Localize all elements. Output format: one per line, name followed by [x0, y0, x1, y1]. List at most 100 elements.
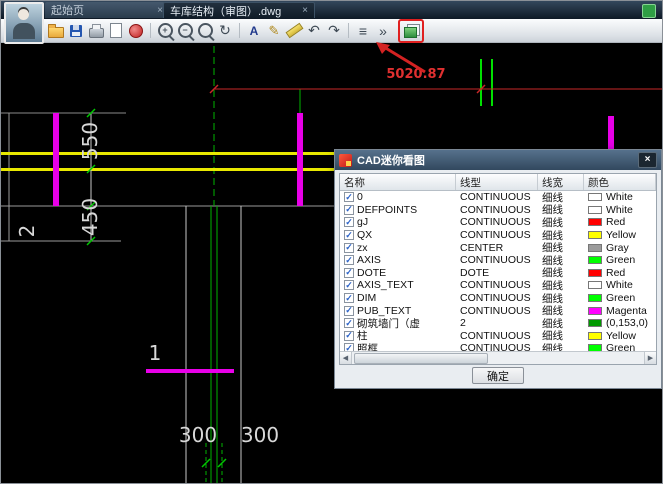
layer-checkbox[interactable]: ✓: [344, 343, 354, 351]
layer-checkbox[interactable]: ✓: [344, 280, 354, 290]
layer-checkbox[interactable]: ✓: [344, 205, 354, 215]
layer-row[interactable]: ✓ DEFPOINTS CONTINUOUS 细线 White: [340, 204, 656, 217]
layer-checkbox[interactable]: ✓: [344, 268, 354, 278]
layer-name: 照框: [357, 341, 378, 351]
layer-checkbox[interactable]: ✓: [344, 243, 354, 253]
zoom-extents-button[interactable]: [196, 22, 214, 40]
layer-name: 0: [357, 191, 363, 203]
undo-button[interactable]: ↶: [305, 22, 323, 40]
layer-linetype: CONTINUOUS: [456, 204, 538, 216]
zoom-out-icon: −: [178, 23, 193, 38]
layer-lineweight: 细线: [538, 341, 584, 351]
save-icon: [70, 25, 82, 37]
layer-name: AXIS: [357, 254, 381, 266]
layer-row[interactable]: ✓ DIM CONTINUOUS 细线 Green: [340, 292, 656, 305]
layer-color-swatch: [588, 244, 602, 252]
tab-start-page[interactable]: 起始页 ×: [45, 2, 169, 18]
dialog-close-button[interactable]: ×: [638, 152, 657, 168]
column-header-lineweight[interactable]: 线宽: [538, 174, 584, 190]
column-header-color[interactable]: 颜色: [584, 174, 656, 190]
check-icon: ✓: [345, 243, 353, 252]
layer-color-swatch: [588, 193, 602, 201]
ok-button[interactable]: 确定: [472, 367, 524, 384]
layer-row[interactable]: ✓ gJ CONTINUOUS 细线 Red: [340, 216, 656, 229]
layer-name: DEFPOINTS: [357, 204, 417, 216]
layer-linetype: CONTINUOUS: [456, 330, 538, 342]
layer-color: White: [584, 204, 656, 216]
zoom-out-button[interactable]: −: [176, 22, 194, 40]
layer-row[interactable]: ✓ 0 CONTINUOUS 细线 White: [340, 191, 656, 204]
layer-table: 名称 线型 线宽 颜色 ✓ 0 CONTINUOUS 细线 White ✓ DE…: [339, 173, 657, 365]
layer-row[interactable]: ✓ AXIS_TEXT CONTINUOUS 细线 White: [340, 279, 656, 292]
open-button[interactable]: [47, 22, 65, 40]
check-icon: ✓: [345, 294, 353, 303]
check-icon: ✓: [345, 256, 353, 265]
layer-color-swatch: [588, 231, 602, 239]
zoom-in-button[interactable]: +: [156, 22, 174, 40]
layer-color-label: Yellow: [606, 330, 636, 342]
new-tab-icon[interactable]: [642, 4, 656, 18]
tab-drawing-file[interactable]: 车库结构（审图）.dwg ×: [163, 2, 315, 18]
layer-color-swatch: [588, 269, 602, 277]
pencil-button[interactable]: ✎: [265, 22, 283, 40]
layer-color-label: Gray: [606, 242, 629, 254]
layer-color: Yellow: [584, 229, 656, 241]
layer-checkbox[interactable]: ✓: [344, 255, 354, 265]
scroll-left-button[interactable]: ◀: [340, 352, 352, 364]
layer-color: Yellow: [584, 330, 656, 342]
layer-table-header: 名称 线型 线宽 颜色: [340, 174, 656, 191]
layer-checkbox[interactable]: ✓: [344, 230, 354, 240]
stamp-button[interactable]: [127, 22, 145, 40]
check-icon: ✓: [345, 268, 353, 277]
layer-color-swatch: [588, 307, 602, 315]
layer-row[interactable]: ✓ QX CONTINUOUS 细线 Yellow: [340, 229, 656, 242]
layer-checkbox[interactable]: ✓: [344, 217, 354, 227]
layer-checkbox[interactable]: ✓: [344, 306, 354, 316]
stamp-icon: [129, 24, 143, 38]
measure-button[interactable]: [285, 22, 303, 40]
layer-checkbox[interactable]: ✓: [344, 331, 354, 341]
column-header-linetype[interactable]: 线型: [456, 174, 538, 190]
print-button[interactable]: [87, 22, 105, 40]
titlebar: 起始页 × 车库结构（审图）.dwg ×: [1, 1, 662, 19]
horizontal-scrollbar[interactable]: ◀ ▶: [340, 351, 656, 364]
dimension-300-left: 300: [175, 425, 221, 445]
layer-linetype: DOTE: [456, 267, 538, 279]
zoom-extents-icon: [198, 23, 213, 38]
layers-button[interactable]: [402, 22, 420, 40]
layer-color: Red: [584, 267, 656, 279]
linetype-button[interactable]: ≡: [354, 22, 372, 40]
axis-label-2: 2: [17, 211, 37, 251]
layer-color-swatch: [588, 206, 602, 214]
layer-row[interactable]: ✓ AXIS CONTINUOUS 细线 Green: [340, 254, 656, 267]
layer-checkbox[interactable]: ✓: [344, 293, 354, 303]
layer-color: Green: [584, 292, 656, 304]
column-header-name[interactable]: 名称: [340, 174, 456, 190]
layer-dialog: CAD迷你看图 × 名称 线型 线宽 颜色 ✓ 0 CONTINUOUS 细线 …: [334, 149, 662, 389]
dimension-450: 450: [80, 197, 100, 237]
scrollbar-thumb[interactable]: [354, 353, 488, 364]
scroll-right-button[interactable]: ▶: [644, 352, 656, 364]
save-button[interactable]: [67, 22, 85, 40]
layer-checkbox[interactable]: ✓: [344, 318, 354, 328]
text-annotate-button[interactable]: A: [245, 22, 263, 40]
print-preview-button[interactable]: [107, 22, 125, 40]
layer-row[interactable]: ✓ 照框 CONTINUOUS 细线 Green: [340, 342, 656, 351]
layer-color: Red: [584, 216, 656, 228]
layer-linetype: CONTINUOUS: [456, 191, 538, 203]
layer-checkbox[interactable]: ✓: [344, 192, 354, 202]
check-icon: ✓: [345, 281, 353, 290]
redo-button[interactable]: ↷: [325, 22, 343, 40]
layer-row[interactable]: ✓ DOTE DOTE 细线 Red: [340, 267, 656, 280]
avatar[interactable]: [4, 2, 44, 44]
layer-color-label: Green: [606, 254, 635, 266]
more-tools-button[interactable]: »: [374, 22, 392, 40]
ruler-icon: [285, 23, 303, 38]
app-icon: [339, 154, 352, 167]
layer-row[interactable]: ✓ zx CENTER 细线 Gray: [340, 241, 656, 254]
dialog-titlebar[interactable]: CAD迷你看图 ×: [335, 150, 661, 170]
pan-button[interactable]: ↻: [216, 22, 234, 40]
check-icon: ✓: [345, 205, 353, 214]
layer-color-label: (0,153,0): [606, 317, 648, 329]
tab-close-icon[interactable]: ×: [302, 5, 308, 16]
